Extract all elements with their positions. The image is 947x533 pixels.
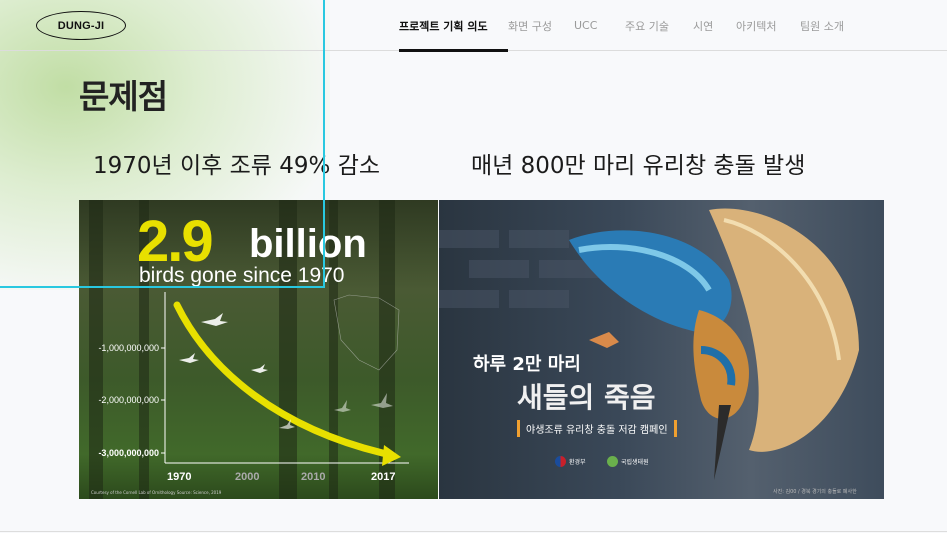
logo[interactable]: DUNG-JI [36,11,126,40]
y-tick-1: -1,000,000,000 [98,343,159,353]
section-title: 문제점 [79,77,168,116]
nav-item-demo[interactable]: 시연 [693,0,736,51]
poster-title-line1: 하루 2만 마리 [473,354,581,375]
photo-credit: 사진: 김00 / 경북 경기의 충돌로 폐사한 [773,489,857,495]
poster-title-line2: 새들의 죽음 [517,381,656,414]
campaign-label: 야생조류 유리창 충돌 저감 캠페인 [517,420,677,437]
guide-line-vertical [323,0,325,288]
nav-item-team[interactable]: 팀원 소개 [800,0,860,51]
x-tick-1970: 1970 [167,471,192,483]
caption-window-collision: 매년 800만 마리 유리창 충돌 발생 [471,153,806,179]
bird-decline-image: 2.9 billion birds gone since 1970 -1,000… [79,200,438,499]
headline-subtitle: birds gone since 1970 [139,264,345,287]
image-credit: Courtesy of the Cornell Lab of Ornitholo… [91,490,222,495]
x-tick-2017: 2017 [371,471,396,483]
nav-item-project-intent[interactable]: 프로젝트 기획 의도 [399,0,508,52]
org-institute: 국립생태원 [607,456,649,467]
nav-item-screen-layout[interactable]: 화면 구성 [508,0,574,51]
nav-item-ucc[interactable]: UCC [574,0,625,51]
headline-unit: billion [249,222,367,266]
y-tick-3: -3,000,000,000 [98,448,159,458]
ministry-emblem-icon [555,456,566,467]
page: DUNG-JI 프로젝트 기획 의도 화면 구성 UCC 주요 기술 시연 아키… [0,0,947,533]
top-header: DUNG-JI 프로젝트 기획 의도 화면 구성 UCC 주요 기술 시연 아키… [0,0,947,52]
caption-bird-decline: 1970년 이후 조류 49% 감소 [93,153,381,179]
guide-line-horizontal [0,286,325,288]
nav-item-key-tech[interactable]: 주요 기술 [625,0,693,51]
org-ministry: 환경부 [555,456,586,467]
x-tick-2000: 2000 [235,471,260,483]
y-tick-2: -2,000,000,000 [98,395,159,405]
x-tick-2010: 2010 [301,471,326,483]
institute-emblem-icon [607,456,618,467]
kingfisher-poster-image: 하루 2만 마리 새들의 죽음 야생조류 유리창 충돌 저감 캠페인 환경부 국… [439,200,884,499]
bottom-divider [0,531,947,532]
nav-item-architecture[interactable]: 아키텍처 [736,0,800,51]
main-nav: 프로젝트 기획 의도 화면 구성 UCC 주요 기술 시연 아키텍처 팀원 소개 [399,0,860,52]
